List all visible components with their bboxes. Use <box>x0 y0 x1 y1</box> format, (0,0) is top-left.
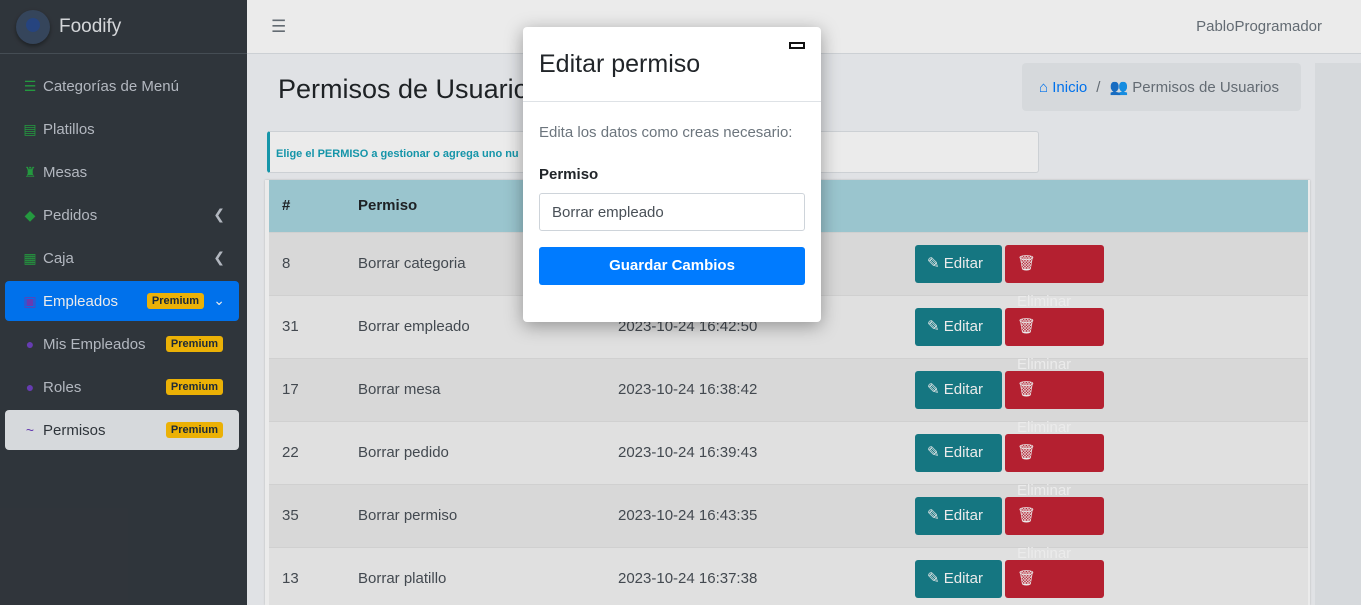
permiso-input[interactable] <box>539 193 805 231</box>
modal-description: Edita los datos como creas necesario: <box>539 124 793 141</box>
modal-title: Editar permiso <box>539 50 701 78</box>
edit-permission-modal: Editar permiso Edita los datos como crea… <box>523 27 821 322</box>
modal-header: Editar permiso <box>523 27 821 102</box>
modal-body: Edita los datos como creas necesario: Pe… <box>523 102 821 285</box>
save-changes-button[interactable]: Guardar Cambios <box>539 247 805 285</box>
close-button[interactable] <box>789 42 805 49</box>
permiso-field-label: Permiso <box>539 166 599 183</box>
